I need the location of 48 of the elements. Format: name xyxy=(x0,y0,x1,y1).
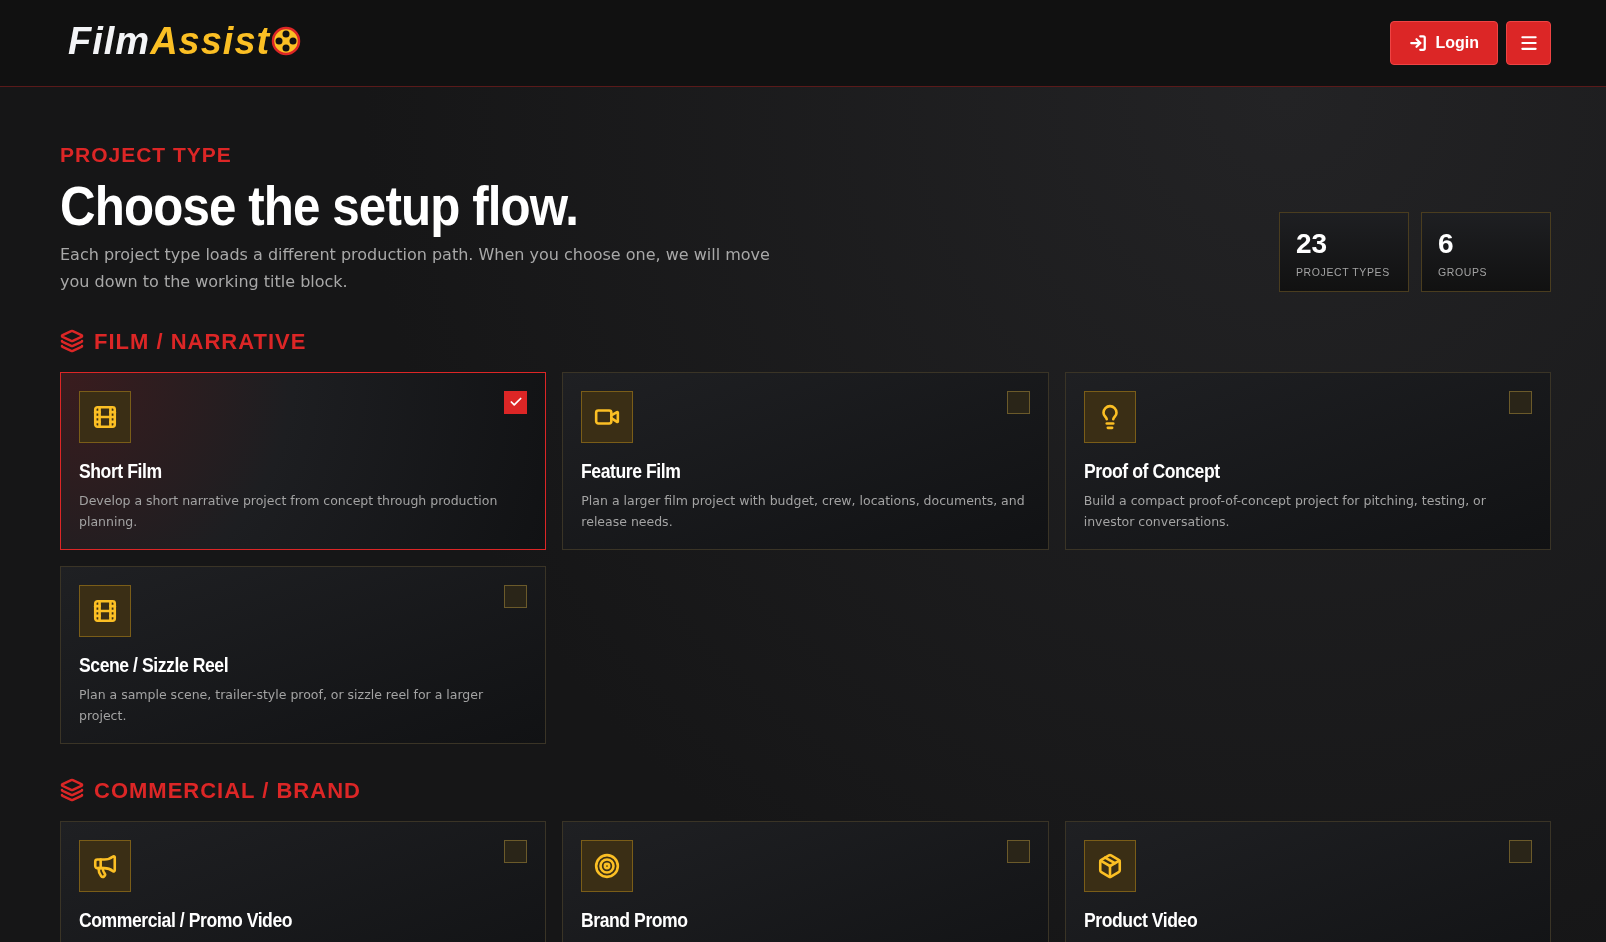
page-description: Each project type loads a different production path. When you choose one, we will move you down to the working title block. xyxy=(60,243,771,293)
checkbox[interactable] xyxy=(1509,390,1532,414)
login-button[interactable]: Login xyxy=(1390,21,1498,65)
card-title: Proof of Concept xyxy=(1083,458,1221,484)
card-description: Build a compact proof-of-concept project for pitching, testing, or investor conversations. xyxy=(1083,491,1487,531)
card-title: Feature Film xyxy=(581,458,682,484)
logo[interactable]: FilmAssist xyxy=(68,12,302,74)
card-title: Product Video xyxy=(1083,907,1198,933)
project-card[interactable]: Product Video xyxy=(1064,820,1551,942)
login-icon xyxy=(1409,34,1428,52)
stat-value: 23 xyxy=(1296,228,1329,259)
card-description: Plan a larger film project with budget, crew, locations, documents, and release needs. xyxy=(581,491,1026,531)
project-card[interactable]: Proof of Concept Build a compact proof-of-concept project for pitching, testing, or investor conversations. xyxy=(1064,371,1551,550)
page-title: Choose the setup flow. xyxy=(60,172,580,239)
checkbox[interactable] xyxy=(1006,839,1030,863)
project-card[interactable]: Short Film Develop a short narrative project from concept through production planning. xyxy=(60,371,547,550)
card-title: Brand Promo xyxy=(581,907,689,933)
checkbox[interactable] xyxy=(504,390,528,414)
card-title: Scene / Sizzle Reel xyxy=(79,652,230,678)
project-card[interactable]: Scene / Sizzle Reel Plan a sample scene, trailer-style proof, or sizzle reel for a larger project. xyxy=(60,565,547,744)
card-title: Commercial / Promo Video xyxy=(79,907,294,933)
target-icon xyxy=(594,852,621,879)
section-title: COMMERCIAL / BRAND xyxy=(94,776,361,805)
stat-label: GROUPS xyxy=(1438,264,1488,279)
stat-label: PROJECT TYPES xyxy=(1296,264,1390,279)
film-icon xyxy=(92,403,118,430)
project-card[interactable]: Feature Film Plan a larger film project with budget, crew, locations, documents, and release needs. xyxy=(562,371,1049,550)
layers-icon xyxy=(60,329,84,353)
card-description: Plan a sample scene, trailer-style proof, or sizzle reel for a larger project. xyxy=(79,685,485,725)
film-reel-icon xyxy=(271,26,302,56)
project-card[interactable]: Commercial / Promo Video xyxy=(60,820,547,942)
film-icon xyxy=(92,597,118,624)
check-icon xyxy=(508,395,523,409)
project-card[interactable]: Brand Promo xyxy=(562,820,1049,942)
card-description: Develop a short narrative project from concept through production planning. xyxy=(79,491,499,531)
checkbox[interactable] xyxy=(1509,839,1532,863)
layers-icon xyxy=(60,778,84,802)
card-title: Short Film xyxy=(79,458,163,484)
checkbox[interactable] xyxy=(504,584,528,608)
checkbox[interactable] xyxy=(1006,390,1030,414)
menu-icon xyxy=(1518,33,1539,53)
box-icon xyxy=(1096,852,1123,879)
eyebrow-label: PROJECT TYPE xyxy=(60,142,233,168)
megaphone-icon xyxy=(92,852,118,879)
section-title: FILM / NARRATIVE xyxy=(94,327,307,356)
checkbox[interactable] xyxy=(504,839,528,863)
menu-button[interactable] xyxy=(1506,21,1551,65)
stat-value: 6 xyxy=(1438,228,1455,259)
